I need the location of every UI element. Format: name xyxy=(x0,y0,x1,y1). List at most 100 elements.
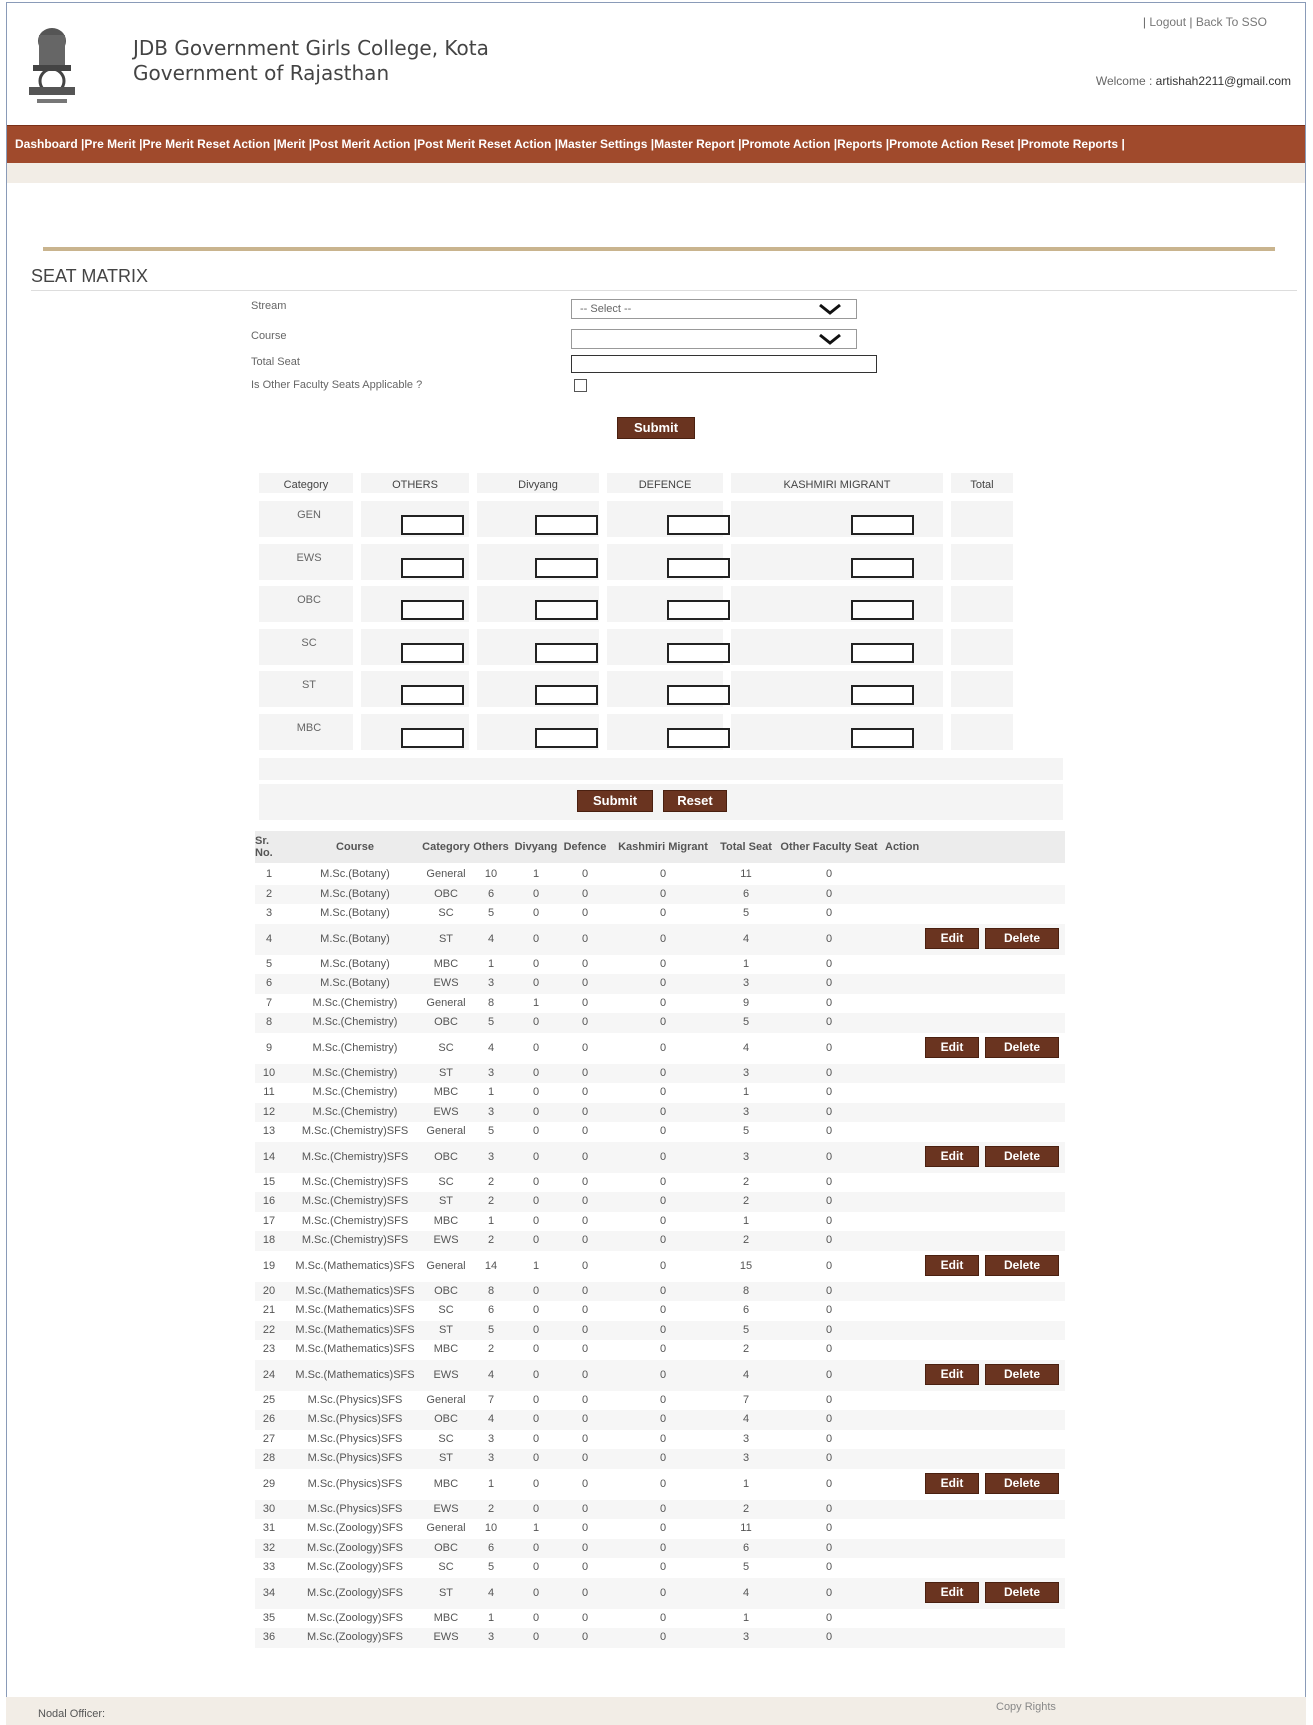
delete-button[interactable]: Delete xyxy=(985,1363,1059,1385)
category-table-header: OTHERS xyxy=(361,473,469,493)
table-cell: 0 xyxy=(825,1234,833,1247)
college-title-block: JDB Government Girls College, Kota Gover… xyxy=(133,36,489,86)
table-cell: M.Sc.(Chemistry)SFS xyxy=(301,1150,409,1163)
menu-item[interactable]: Pre Merit Reset Action xyxy=(142,137,270,151)
table-cell: 8 xyxy=(742,1284,750,1297)
seat-count-input[interactable] xyxy=(401,515,464,535)
table-cell: M.Sc.(Mathematics)SFS xyxy=(295,1368,415,1381)
menu-item[interactable]: Reports xyxy=(837,137,882,151)
seat-count-input[interactable] xyxy=(401,557,464,578)
seat-count-input[interactable] xyxy=(667,600,730,620)
other-faculty-checkbox[interactable] xyxy=(574,379,587,392)
table-cell: M.Sc.(Mathematics)SFS xyxy=(295,1284,415,1297)
table-cell: 5 xyxy=(742,1323,750,1336)
table-cell: 5 xyxy=(487,1125,495,1138)
menu-item[interactable]: Promote Action xyxy=(741,137,830,151)
category-table-header: Divyang xyxy=(477,473,599,493)
table-cell: 3 xyxy=(487,1105,495,1118)
table-row: 35 M.Sc.(Zoology)SFS MBC 1 0 0 0 1 0 xyxy=(255,1609,1065,1629)
table-cell: 0 xyxy=(532,1086,540,1099)
seat-count-input[interactable] xyxy=(667,685,730,705)
seat-count-input[interactable] xyxy=(667,515,730,535)
delete-button[interactable]: Delete xyxy=(985,927,1059,949)
table-cell: 0 xyxy=(581,957,589,970)
delete-button[interactable]: Delete xyxy=(985,1036,1059,1058)
menu-item[interactable]: Post Merit Action xyxy=(312,137,410,151)
seat-count-input[interactable] xyxy=(851,515,914,535)
edit-button[interactable]: Edit xyxy=(925,1472,979,1494)
seat-count-input[interactable] xyxy=(535,557,598,578)
table-cell: 0 xyxy=(659,1284,667,1297)
table-cell: M.Sc.(Physics)SFS xyxy=(307,1393,403,1406)
table-cell: M.Sc.(Chemistry)SFS xyxy=(301,1234,409,1247)
edit-button[interactable]: Edit xyxy=(925,1581,979,1603)
table-cell: 0 xyxy=(581,1561,589,1574)
edit-button[interactable]: Edit xyxy=(925,927,979,949)
edit-button[interactable]: Edit xyxy=(925,1145,979,1167)
seat-count-input[interactable] xyxy=(401,685,464,705)
table-cell: 0 xyxy=(532,887,540,900)
seat-count-input[interactable] xyxy=(535,727,598,748)
category-reset-button[interactable]: Reset xyxy=(663,790,727,812)
seat-count-input[interactable] xyxy=(401,727,464,748)
menu-item[interactable]: Merit xyxy=(277,137,306,151)
seat-count-input[interactable] xyxy=(667,642,730,663)
menu-item[interactable]: Post Merit Reset Action xyxy=(417,137,551,151)
category-table-header: Total xyxy=(951,473,1013,493)
table-cell: 5 xyxy=(742,1561,750,1574)
menu-item[interactable]: Master Settings xyxy=(558,137,647,151)
stream-select[interactable]: -- Select -- xyxy=(571,299,857,319)
table-cell: 0 xyxy=(659,1195,667,1208)
course-select[interactable] xyxy=(571,329,857,349)
college-name: JDB Government Girls College, Kota xyxy=(133,36,489,60)
seat-count-input[interactable] xyxy=(851,600,914,620)
category-table-cell xyxy=(951,628,1013,665)
table-cell: 0 xyxy=(825,1561,833,1574)
table-header-cell: Other Faculty Seat xyxy=(780,841,878,853)
edit-button[interactable]: Edit xyxy=(925,1254,979,1276)
seat-count-input[interactable] xyxy=(401,642,464,663)
table-cell: MBC xyxy=(433,1086,459,1099)
seat-count-input[interactable] xyxy=(401,600,464,620)
table-cell: 0 xyxy=(581,1611,589,1624)
table-cell: 0 xyxy=(581,1259,589,1272)
edit-button[interactable]: Edit xyxy=(925,1363,979,1385)
table-cell: EWS xyxy=(433,1234,459,1247)
delete-button[interactable]: Delete xyxy=(985,1581,1059,1603)
seat-count-input[interactable] xyxy=(851,642,914,663)
menu-item[interactable]: Promote Reports xyxy=(1021,137,1118,151)
total-seat-input[interactable] xyxy=(571,355,877,373)
table-cell: M.Sc.(Chemistry)SFS xyxy=(301,1195,409,1208)
seat-count-input[interactable] xyxy=(535,515,598,535)
table-cell: 0 xyxy=(581,1522,589,1535)
menu-item[interactable]: Master Report xyxy=(654,137,735,151)
table-cell: 0 xyxy=(581,1234,589,1247)
table-cell: 0 xyxy=(825,887,833,900)
seat-count-input[interactable] xyxy=(535,642,598,663)
submit-button[interactable]: Submit xyxy=(617,417,695,439)
back-to-sso-link[interactable]: Back To SSO xyxy=(1196,15,1267,29)
seat-count-input[interactable] xyxy=(851,685,914,705)
seat-count-input[interactable] xyxy=(851,727,914,748)
table-cell: ST xyxy=(438,1195,454,1208)
table-row: 27 M.Sc.(Physics)SFS SC 3 0 0 0 3 0 xyxy=(255,1430,1065,1450)
delete-button[interactable]: Delete xyxy=(985,1145,1059,1167)
table-cell: 5 xyxy=(265,957,273,970)
seat-count-input[interactable] xyxy=(535,685,598,705)
table-cell: 0 xyxy=(581,1304,589,1317)
delete-button[interactable]: Delete xyxy=(985,1472,1059,1494)
delete-button[interactable]: Delete xyxy=(985,1254,1059,1276)
seat-count-input[interactable] xyxy=(667,727,730,748)
menu-item[interactable]: Promote Action Reset xyxy=(889,137,1014,151)
table-cell: SC xyxy=(438,1561,454,1574)
edit-button[interactable]: Edit xyxy=(925,1036,979,1058)
seat-count-input[interactable] xyxy=(851,557,914,578)
category-submit-button[interactable]: Submit xyxy=(577,790,653,812)
logout-link[interactable]: Logout xyxy=(1149,15,1186,29)
seat-count-input[interactable] xyxy=(667,557,730,578)
menu-item[interactable]: Dashboard xyxy=(15,137,78,151)
seat-count-input[interactable] xyxy=(535,600,598,620)
menu-item[interactable]: Pre Merit xyxy=(84,137,135,151)
category-row-label: ST xyxy=(301,679,317,691)
category-table-header: KASHMIRI MIGRANT xyxy=(731,473,943,493)
